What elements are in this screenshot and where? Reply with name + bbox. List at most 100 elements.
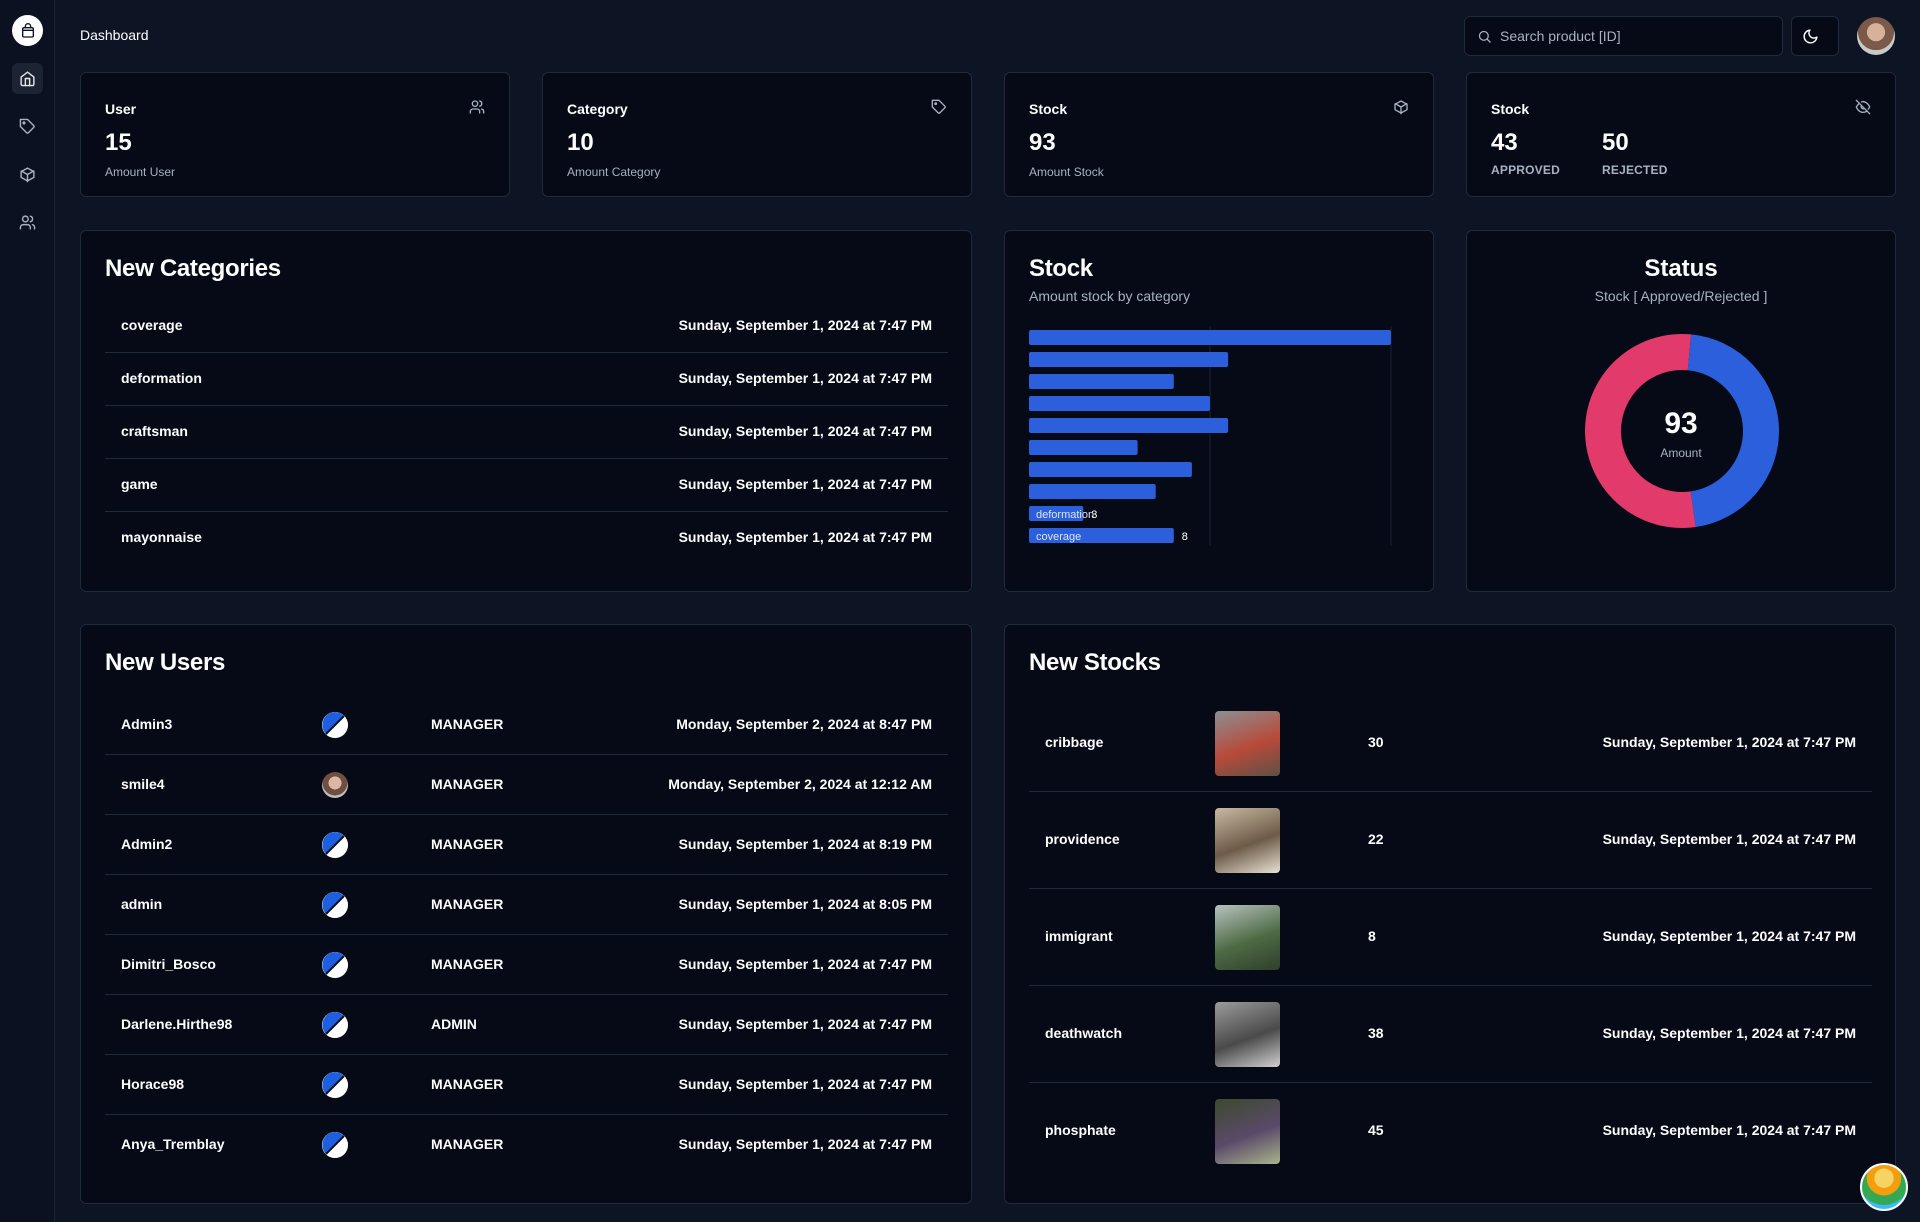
category-name: craftsman: [121, 423, 188, 439]
user-role: MANAGER: [431, 956, 504, 972]
list-item[interactable]: mayonnaise Sunday, September 1, 2024 at …: [105, 512, 948, 565]
stock-name: cribbage: [1045, 734, 1104, 750]
stock-quantity: 8: [1368, 928, 1376, 944]
stat-label: User: [105, 101, 137, 117]
stat-card-category: Category 10 Amount Category: [542, 72, 972, 197]
floating-action-button[interactable]: [1860, 1163, 1908, 1211]
stock-thumbnail: [1215, 1002, 1280, 1067]
bar[interactable]: [1029, 330, 1391, 345]
table-row[interactable]: Anya_Tremblay MANAGER Sunday, September 1,…: [105, 1115, 948, 1175]
card-title: New Categories: [105, 255, 281, 282]
bar[interactable]: [1029, 396, 1210, 411]
table-row[interactable]: providence 22 Sunday, September 1, 2024 at…: [1029, 792, 1872, 889]
user-date: Sunday, September 1, 2024 at 7:47 PM: [678, 956, 932, 972]
table-row[interactable]: deathwatch 38 Sunday, September 1, 2024 at…: [1029, 986, 1872, 1083]
stock-quantity: 45: [1368, 1122, 1384, 1138]
tag-icon: [931, 99, 947, 115]
stat-card-status: Stock 43 APPROVED 50 REJECTED: [1466, 72, 1896, 197]
sidebar-item-stock[interactable]: [12, 159, 43, 190]
bar[interactable]: [1029, 440, 1138, 455]
theme-toggle-button[interactable]: [1791, 16, 1839, 56]
user-date: Sunday, September 1, 2024 at 7:47 PM: [678, 1076, 932, 1092]
table-row[interactable]: immigrant 8 Sunday, September 1, 2024 at 7…: [1029, 889, 1872, 986]
stock-name: phosphate: [1045, 1122, 1116, 1138]
bar[interactable]: [1029, 352, 1229, 367]
stat-label: Stock: [1491, 101, 1530, 117]
user-avatar: [322, 1072, 348, 1098]
table-row[interactable]: smile4 MANAGER Monday, September 2, 2024 a…: [105, 755, 948, 815]
app-logo[interactable]: [12, 15, 43, 46]
sidebar: [0, 0, 55, 1222]
stat-sub: Amount Category: [567, 165, 661, 179]
search-input[interactable]: [1500, 28, 1760, 44]
stock-date: Sunday, September 1, 2024 at 7:47 PM: [1602, 734, 1856, 750]
user-date: Sunday, September 1, 2024 at 8:19 PM: [678, 836, 932, 852]
user-role: MANAGER: [431, 776, 504, 792]
stock-date: Sunday, September 1, 2024 at 7:47 PM: [1602, 1025, 1856, 1041]
stat-card-user: User 15 Amount User: [80, 72, 510, 197]
user-avatar: [322, 832, 348, 858]
sidebar-item-dashboard[interactable]: [12, 63, 43, 94]
user-avatar: [322, 1132, 348, 1158]
table-row[interactable]: Dimitri_Bosco MANAGER Sunday, September 1,…: [105, 935, 948, 995]
user-name: admin: [121, 896, 163, 912]
list-item[interactable]: coverage Sunday, September 1, 2024 at 7:…: [105, 300, 948, 353]
bar-value-label: 3: [1091, 509, 1097, 521]
bar[interactable]: [1029, 418, 1229, 433]
user-avatar[interactable]: [1857, 17, 1895, 55]
approved-value: 43: [1491, 129, 1518, 156]
users-icon: [469, 99, 485, 115]
stat-value: 15: [105, 129, 132, 156]
stat-sub: Amount Stock: [1029, 165, 1104, 179]
sidebar-item-users[interactable]: [12, 207, 43, 238]
user-role: MANAGER: [431, 836, 504, 852]
bar[interactable]: [1029, 484, 1156, 499]
table-row[interactable]: Horace98 MANAGER Sunday, September 1, 2024…: [105, 1055, 948, 1115]
list-item[interactable]: deformation Sunday, September 1, 2024 at…: [105, 353, 948, 406]
donut-center-value: 93: [1664, 407, 1698, 440]
card-subtitle: Stock [ Approved/Rejected ]: [1594, 288, 1768, 304]
table-row[interactable]: phosphate 45 Sunday, September 1, 2024 at …: [1029, 1083, 1872, 1180]
bag-icon: [21, 22, 34, 38]
category-name: mayonnaise: [121, 529, 202, 545]
bar[interactable]: [1029, 462, 1192, 477]
stock-chart-card: Stock Amount stock by category deformati…: [1004, 230, 1434, 592]
card-title: New Users: [105, 649, 226, 676]
box-icon: [1393, 99, 1409, 115]
user-avatar: [322, 1012, 348, 1038]
user-date: Monday, September 2, 2024 at 12:12 AM: [668, 776, 932, 792]
user-role: MANAGER: [431, 896, 504, 912]
table-row[interactable]: admin MANAGER Sunday, September 1, 2024 at…: [105, 875, 948, 935]
stat-card-stock: Stock 93 Amount Stock: [1004, 72, 1434, 197]
bar-category-label: deformation: [1036, 509, 1094, 521]
category-date: Sunday, September 1, 2024 at 7:47 PM: [678, 370, 932, 386]
user-name: Anya_Tremblay: [121, 1136, 225, 1152]
user-date: Sunday, September 1, 2024 at 8:05 PM: [678, 896, 932, 912]
donut-center-label: Amount: [1660, 446, 1702, 460]
stock-name: immigrant: [1045, 928, 1113, 944]
search-box[interactable]: [1464, 16, 1783, 56]
list-item[interactable]: craftsman Sunday, September 1, 2024 at 7…: [105, 406, 948, 459]
category-name: deformation: [121, 370, 202, 386]
sidebar-item-categories[interactable]: [12, 111, 43, 142]
table-row[interactable]: Admin3 MANAGER Monday, September 2, 2024 a…: [105, 695, 948, 755]
search-icon: [1478, 30, 1491, 43]
category-date: Sunday, September 1, 2024 at 7:47 PM: [678, 476, 932, 492]
user-role: MANAGER: [431, 716, 504, 732]
card-title: Status: [1644, 255, 1718, 282]
user-name: Horace98: [121, 1076, 185, 1092]
category-date: Sunday, September 1, 2024 at 7:47 PM: [678, 317, 932, 333]
bar[interactable]: [1029, 374, 1174, 389]
table-row[interactable]: cribbage 30 Sunday, September 1, 2024 at 7…: [1029, 695, 1872, 792]
users-icon: [19, 215, 36, 230]
stock-quantity: 22: [1368, 831, 1384, 847]
table-row[interactable]: Admin2 MANAGER Sunday, September 1, 2024 a…: [105, 815, 948, 875]
stock-name: providence: [1045, 831, 1120, 847]
rejected-label: REJECTED: [1602, 163, 1668, 177]
card-title: Stock: [1029, 255, 1093, 282]
stock-bar-chart: deformation3 coverage 8: [1029, 326, 1392, 546]
new-users-card: New Users Admin3 MANAGER Monday, September…: [80, 624, 972, 1204]
list-item[interactable]: game Sunday, September 1, 2024 at 7:47 P…: [105, 459, 948, 512]
table-row[interactable]: Darlene.Hirthe98 ADMIN Sunday, September 1…: [105, 995, 948, 1055]
category-date: Sunday, September 1, 2024 at 7:47 PM: [678, 529, 932, 545]
